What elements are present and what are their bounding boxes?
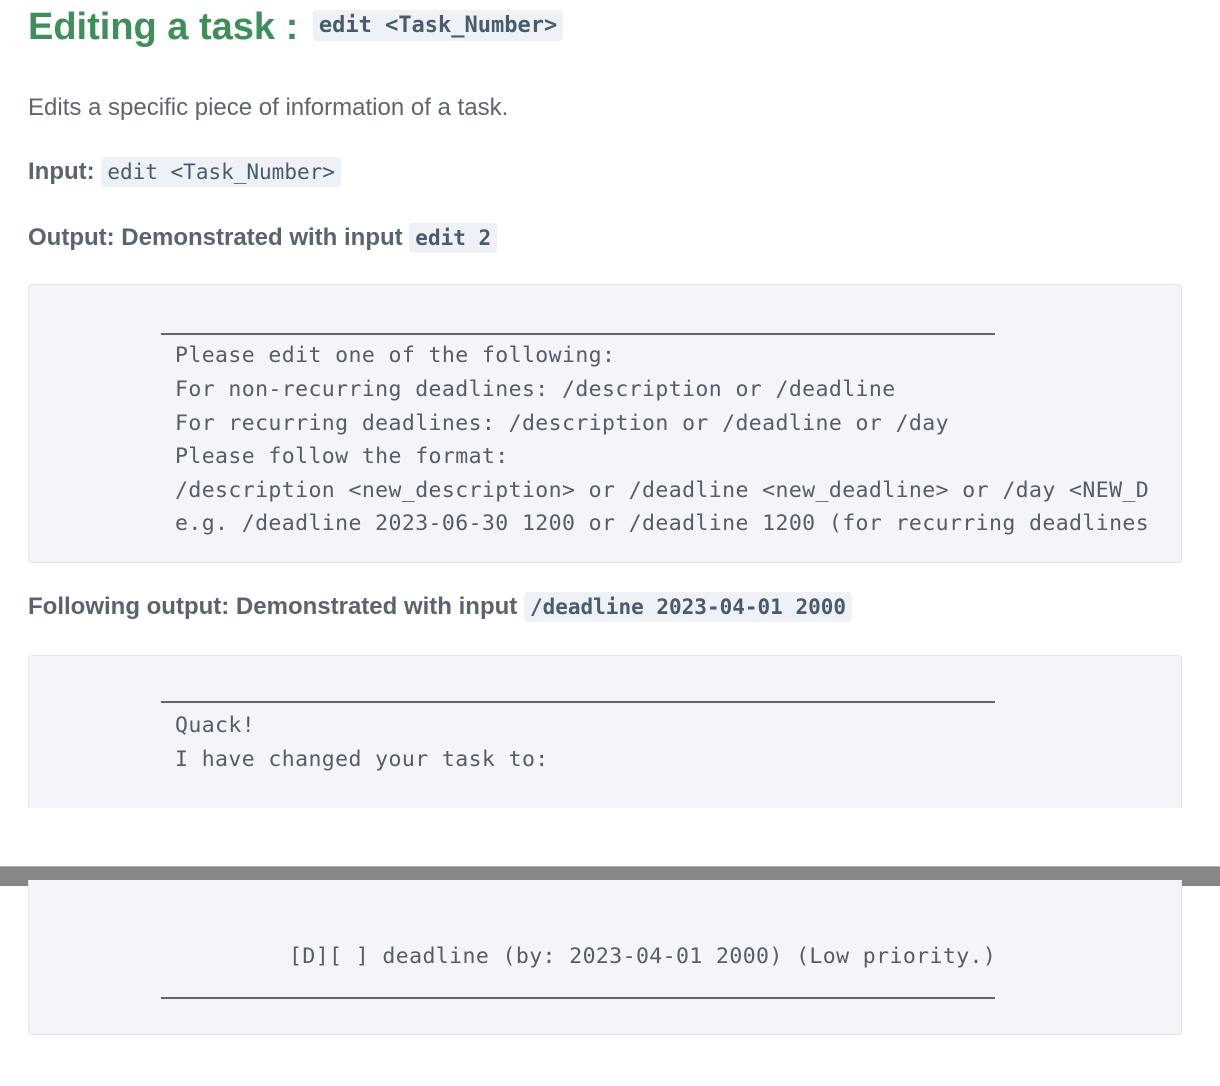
following-code-block: Quack! I have changed your task to:	[28, 655, 1182, 808]
output-line: Output: Demonstrated with input edit 2	[28, 223, 498, 253]
document-upper-section: Editing a task : edit <Task_Number> Edit…	[0, 0, 1220, 808]
following-line-2: I have changed your task to:	[175, 747, 549, 772]
output-input-code: edit 2	[409, 223, 498, 253]
input-line: Input: edit <Task_Number>	[28, 157, 341, 187]
following-output-line: Following output: Demonstrated with inpu…	[28, 592, 853, 622]
output-line-5: /description <new_description> or /deadl…	[175, 478, 1150, 503]
output-line-1: Please edit one of the following:	[175, 343, 616, 368]
output-line-3: For recurring deadlines: /description or…	[175, 411, 949, 436]
code-separator-top	[161, 333, 995, 335]
output-line-4: Please follow the format:	[175, 444, 509, 469]
heading-command-code: edit <Task_Number>	[312, 10, 564, 42]
section-heading: Editing a task : edit <Task_Number>	[28, 6, 564, 49]
following-input-code: /deadline 2023-04-01 2000	[523, 592, 853, 622]
changed-task-line: [D][ ] deadline (by: 2023-04-01 2000) (L…	[289, 944, 997, 969]
following-code-block-continued: [D][ ] deadline (by: 2023-04-01 2000) (L…	[28, 880, 1182, 1035]
following-output-label: Following output: Demonstrated with inpu…	[28, 593, 518, 620]
input-label: Input:	[28, 158, 95, 185]
output-line-6: e.g. /deadline 2023-06-30 1200 or /deadl…	[175, 511, 1150, 536]
output-code-block: Please edit one of the following: For no…	[28, 284, 1182, 563]
input-code: edit <Task_Number>	[101, 157, 341, 187]
following-separator-top	[161, 701, 995, 703]
document-lower-section: [D][ ] deadline (by: 2023-04-01 2000) (L…	[0, 880, 1220, 1086]
output-label: Output: Demonstrated with input	[28, 224, 403, 251]
command-description: Edits a specific piece of information of…	[28, 94, 509, 121]
section-title: Editing a task :	[28, 6, 299, 48]
following-separator-bottom	[161, 997, 995, 999]
output-line-2: For non-recurring deadlines: /descriptio…	[175, 377, 896, 402]
following-line-1: Quack!	[175, 713, 256, 738]
